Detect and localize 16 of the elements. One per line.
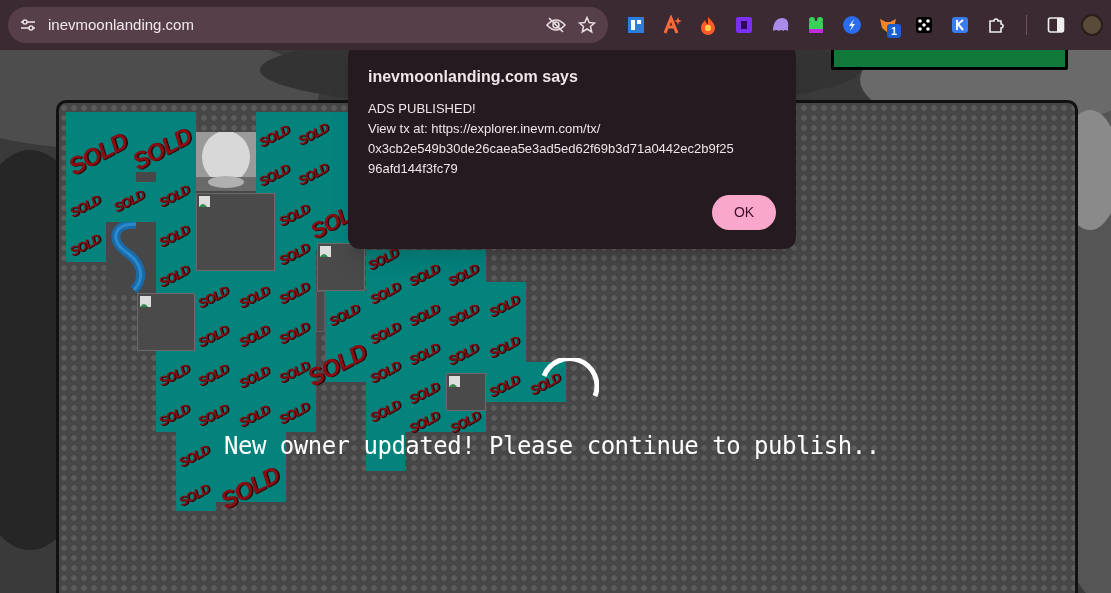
eye-off-icon[interactable] xyxy=(546,17,566,33)
address-bar[interactable]: inevmoonlanding.com xyxy=(8,7,608,43)
puzzle-icon[interactable] xyxy=(986,15,1006,35)
bolt-icon[interactable] xyxy=(842,15,862,35)
count-badge: 1 xyxy=(887,24,901,38)
site-settings-icon[interactable] xyxy=(20,18,36,32)
square-icon[interactable] xyxy=(734,15,754,35)
grid-icon[interactable] xyxy=(626,15,646,35)
url-text: inevmoonlanding.com xyxy=(48,14,195,35)
spark-icon[interactable] xyxy=(662,15,682,35)
star-icon[interactable] xyxy=(578,16,596,34)
flame-icon[interactable] xyxy=(698,15,718,35)
frog-icon[interactable] xyxy=(806,15,826,35)
k-letter-icon[interactable] xyxy=(950,15,970,35)
side-panel-icon[interactable] xyxy=(1047,16,1065,34)
dice-icon[interactable] xyxy=(914,15,934,35)
